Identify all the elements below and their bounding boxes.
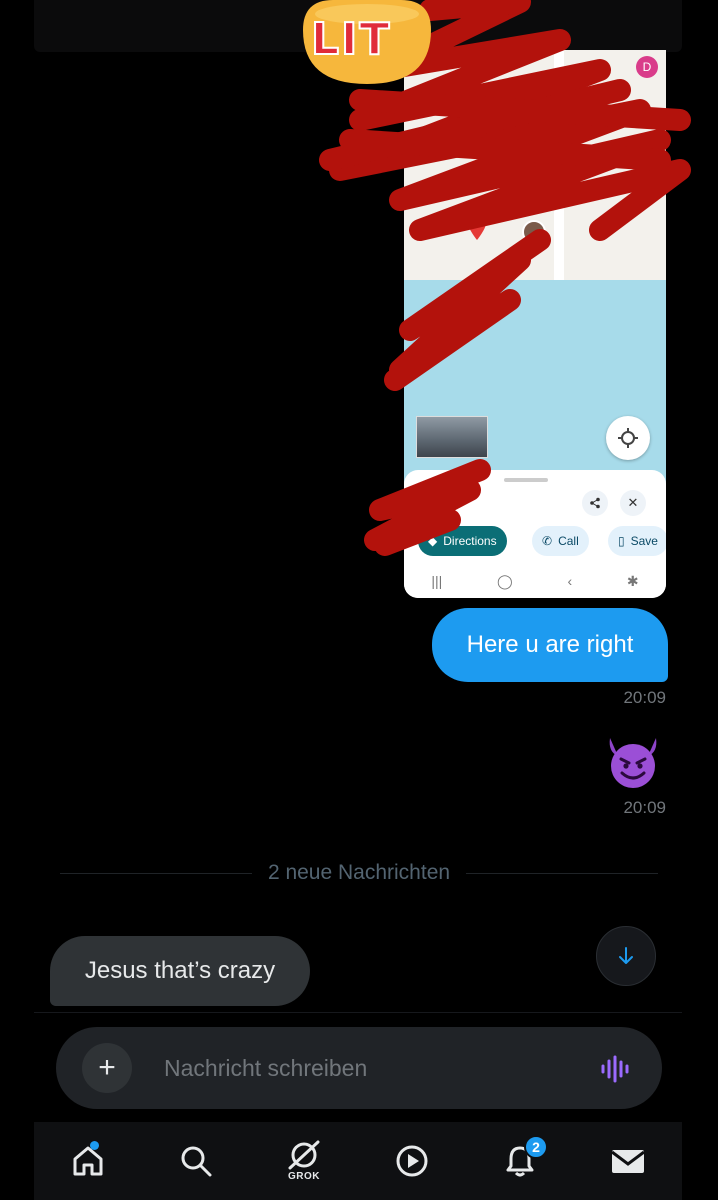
directions-chip: ◆ Directions — [418, 526, 507, 556]
save-chip: ▯ Save — [608, 526, 666, 556]
map-profile-avatar: D — [636, 56, 658, 78]
message-text: Jesus that’s crazy — [84, 957, 276, 984]
message-timestamp: 20:09 — [623, 688, 666, 707]
nav-notifications[interactable]: 2 — [488, 1129, 552, 1193]
nav-video[interactable] — [380, 1129, 444, 1193]
voice-message-button[interactable] — [596, 1049, 636, 1089]
phone-navbar: ||| ◯ ‹ ✱ — [404, 564, 666, 598]
save-label: Save — [630, 534, 658, 548]
bottom-navigation: GROK 2 — [34, 1122, 682, 1200]
close-icon: ✕ — [620, 490, 646, 516]
nav-grok[interactable]: GROK — [272, 1129, 336, 1193]
sheet-handle — [504, 478, 548, 482]
call-label: Call — [558, 534, 579, 548]
play-icon — [396, 1145, 428, 1177]
mail-icon — [611, 1150, 645, 1173]
map-pin-icon — [468, 214, 486, 245]
locate-me-icon — [606, 416, 650, 460]
message-timestamp: 20:09 — [623, 798, 666, 817]
lit-sticker: LIT — [293, 0, 441, 84]
back-icon: ‹ — [567, 573, 573, 589]
sticker-text: LIT — [310, 13, 392, 66]
directions-icon: ◆ — [428, 534, 438, 548]
message-bubble-outgoing[interactable]: Here u are right — [432, 608, 668, 682]
search-icon — [181, 1146, 212, 1177]
map-road — [554, 50, 564, 280]
message-composer: + — [56, 1027, 662, 1109]
map-user-avatar — [522, 220, 546, 244]
grok-icon — [288, 1140, 320, 1170]
message-input[interactable] — [164, 1047, 564, 1089]
composer-area: + — [34, 1012, 682, 1120]
divider-line — [60, 872, 252, 874]
grok-label: GROK — [288, 1171, 320, 1182]
message-text: Here u are right — [466, 631, 634, 658]
smiling-face-with-horns-icon[interactable] — [604, 732, 662, 790]
recents-icon: ||| — [431, 573, 443, 589]
voice-wave-icon — [601, 1055, 629, 1083]
new-messages-divider: 2 neue Nachrichten — [60, 858, 658, 888]
divider-line — [466, 872, 658, 874]
divider-label: 2 neue Nachrichten — [267, 861, 451, 884]
notification-badge: 2 — [524, 1135, 548, 1159]
call-chip: ✆ Call — [532, 526, 589, 556]
home-circle-icon: ◯ — [497, 572, 513, 589]
dm-conversation-screen: D ✕ ◆ Directions ✆ Call ▯ Save ||| ◯ ‹ ✱ — [0, 0, 718, 1200]
shared-image[interactable]: D ✕ ◆ Directions ✆ Call ▯ Save ||| ◯ ‹ ✱ — [404, 50, 666, 598]
nav-search[interactable] — [164, 1129, 228, 1193]
bookmark-icon: ▯ — [618, 534, 625, 548]
directions-label: Directions — [443, 534, 497, 548]
scroll-to-bottom-button[interactable] — [596, 926, 656, 986]
nav-home[interactable] — [56, 1129, 120, 1193]
plus-icon: + — [98, 1051, 116, 1084]
share-icon — [582, 490, 608, 516]
arrow-down-icon — [619, 947, 633, 964]
phone-icon: ✆ — [542, 534, 553, 548]
place-photo-thumbnail — [416, 416, 488, 458]
add-attachment-button[interactable]: + — [82, 1043, 132, 1093]
nav-messages[interactable] — [596, 1129, 660, 1193]
notification-dot — [90, 1141, 99, 1150]
accessibility-icon: ✱ — [626, 572, 639, 589]
home-icon — [73, 1146, 103, 1176]
message-bubble-incoming[interactable]: Jesus that’s crazy — [50, 936, 310, 1006]
